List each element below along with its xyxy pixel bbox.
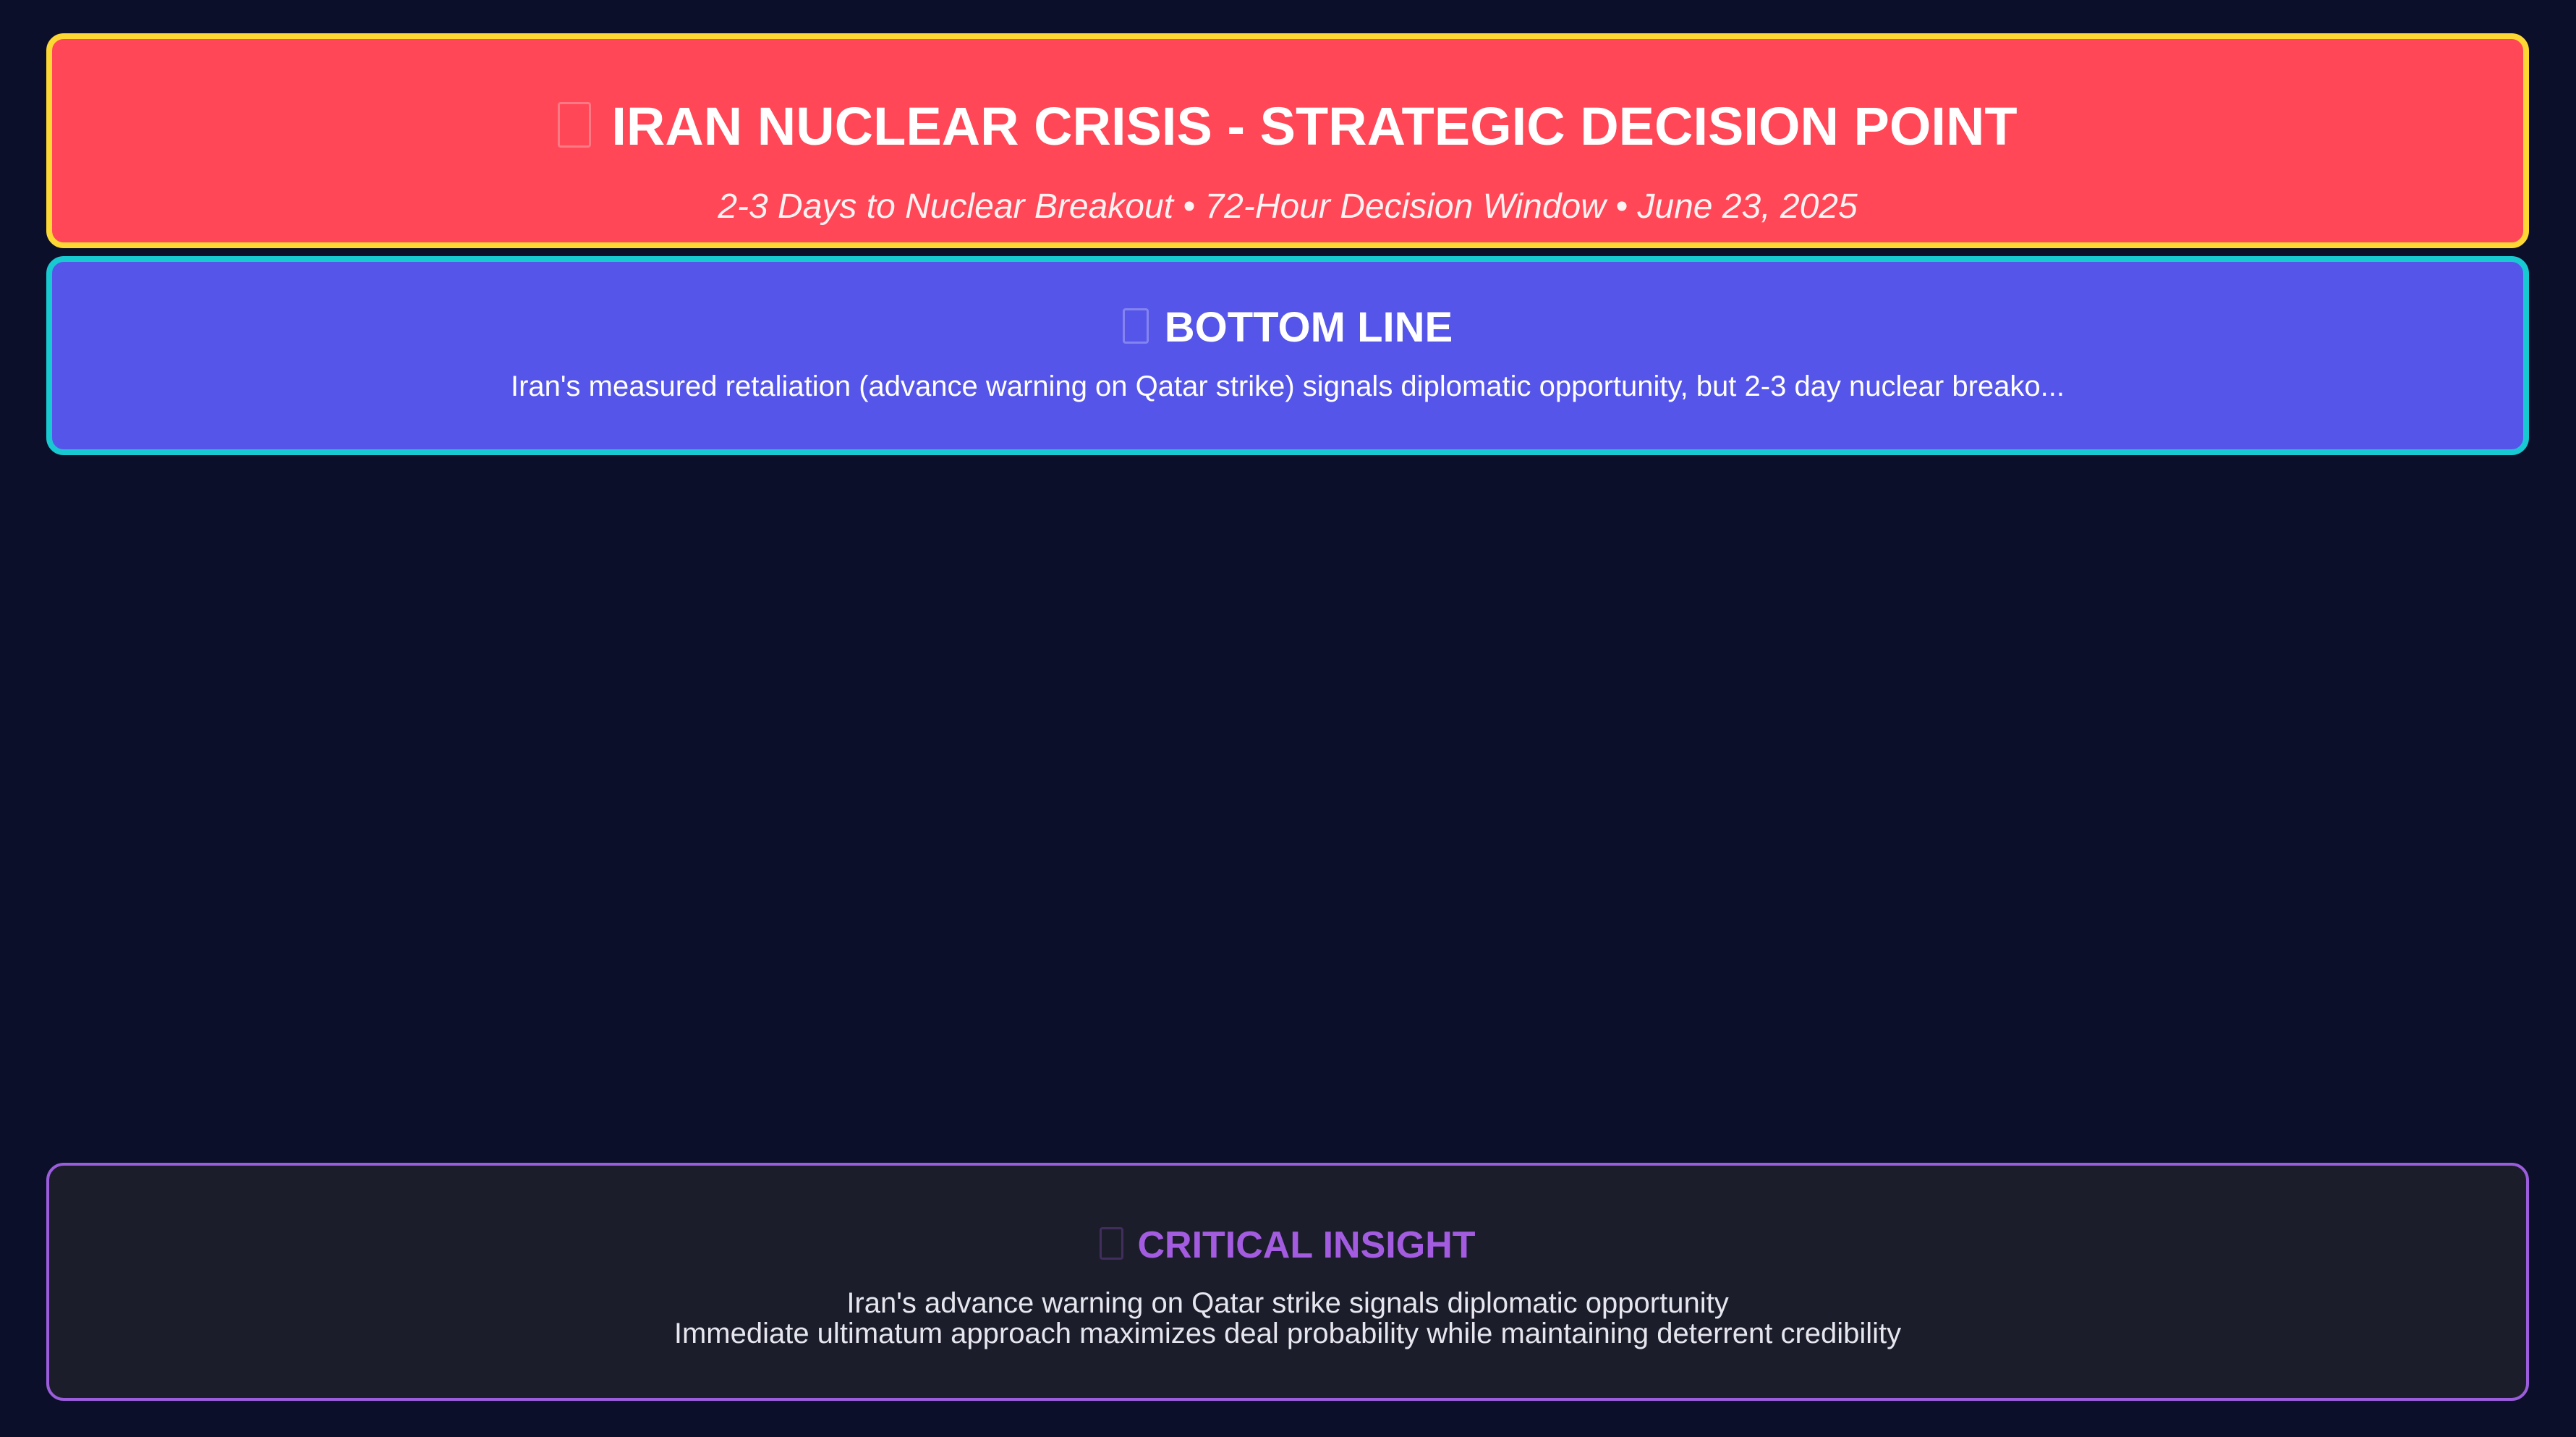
critical-insight-title-text: CRITICAL INSIGHT bbox=[1137, 1224, 1476, 1266]
page-title: IRAN NUCLEAR CRISIS - STRATEGIC DECISION… bbox=[52, 100, 2523, 153]
critical-insight-panel: CRITICAL INSIGHT Iran's advance warning … bbox=[46, 1163, 2529, 1401]
critical-insight-title: CRITICAL INSIGHT bbox=[49, 1226, 2526, 1264]
bottom-line-text: Iran's measured retaliation (advance war… bbox=[510, 370, 2065, 402]
missing-glyph-icon bbox=[1122, 308, 1149, 344]
critical-insight-line: Iran's advance warning on Qatar strike s… bbox=[846, 1287, 1729, 1319]
bottom-line-title-text: BOTTOM LINE bbox=[1164, 304, 1453, 351]
missing-glyph-icon bbox=[1100, 1227, 1123, 1260]
bottom-line-panel: BOTTOM LINE Iran's measured retaliation … bbox=[46, 256, 2529, 455]
bottom-line-title: BOTTOM LINE bbox=[52, 307, 2523, 349]
header-banner: IRAN NUCLEAR CRISIS - STRATEGIC DECISION… bbox=[46, 33, 2529, 248]
page-subtitle: 2-3 Days to Nuclear Breakout • 72-Hour D… bbox=[718, 187, 1858, 226]
critical-insight-line: Immediate ultimatum approach maximizes d… bbox=[673, 1318, 1902, 1349]
page-title-text: IRAN NUCLEAR CRISIS - STRATEGIC DECISION… bbox=[611, 96, 2018, 156]
missing-glyph-icon bbox=[558, 101, 592, 148]
